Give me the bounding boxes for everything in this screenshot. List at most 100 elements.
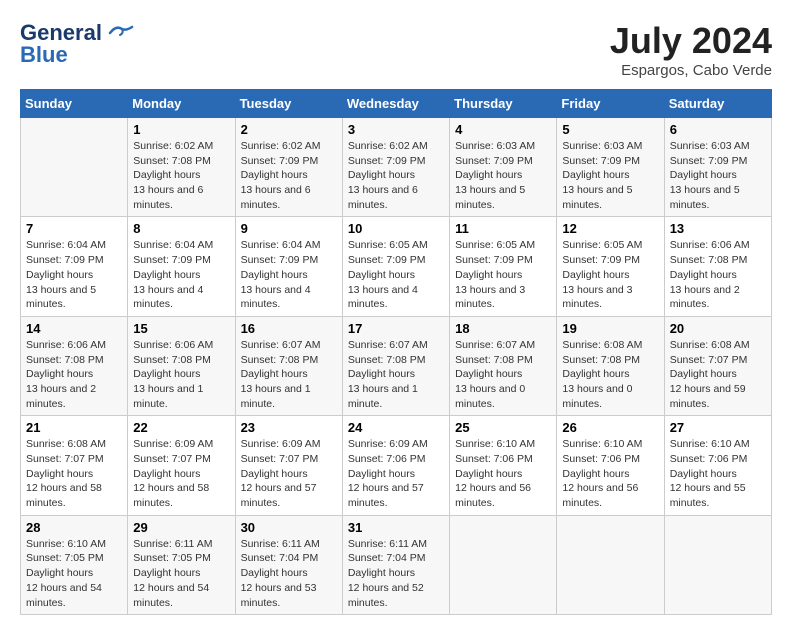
- calendar-cell: 30Sunrise: 6:11 AMSunset: 7:04 PMDayligh…: [235, 515, 342, 614]
- calendar-cell: 4Sunrise: 6:03 AMSunset: 7:09 PMDaylight…: [450, 118, 557, 217]
- header-thursday: Thursday: [450, 90, 557, 118]
- calendar-cell: 2 Sunrise: 6:02 AMSunset: 7:09 PMDaylight…: [235, 118, 342, 217]
- header-saturday: Saturday: [664, 90, 771, 118]
- day-info: Sunrise: 6:08 AMSunset: 7:07 PMDaylight …: [26, 437, 122, 510]
- day-info: Sunrise: 6:04 AMSunset: 7:09 PMDaylight …: [133, 238, 229, 311]
- day-info: Sunrise: 6:06 AMSunset: 7:08 PMDaylight …: [670, 238, 766, 311]
- day-info: Sunrise: 6:09 AMSunset: 7:07 PMDaylight …: [133, 437, 229, 510]
- day-number: 30: [241, 520, 337, 535]
- calendar-cell: [450, 515, 557, 614]
- day-number: 5: [562, 122, 658, 137]
- calendar-cell: 1 Sunrise: 6:02 AMSunset: 7:08 PMDaylight…: [128, 118, 235, 217]
- day-number: 7: [26, 221, 122, 236]
- header-monday: Monday: [128, 90, 235, 118]
- calendar-cell: 24Sunrise: 6:09 AMSunset: 7:06 PMDayligh…: [342, 416, 449, 515]
- day-number: 22: [133, 420, 229, 435]
- day-number: 19: [562, 321, 658, 336]
- day-info: Sunrise: 6:04 AMSunset: 7:09 PMDaylight …: [26, 238, 122, 311]
- day-info: Sunrise: 6:06 AMSunset: 7:08 PMDaylight …: [133, 338, 229, 411]
- day-number: 3: [348, 122, 444, 137]
- day-info: Sunrise: 6:07 AMSunset: 7:08 PMDaylight …: [241, 338, 337, 411]
- day-info: Sunrise: 6:07 AMSunset: 7:08 PMDaylight …: [455, 338, 551, 411]
- calendar-cell: 12 Sunrise: 6:05 AMSunset: 7:09 PMDayligh…: [557, 217, 664, 316]
- day-number: 29: [133, 520, 229, 535]
- day-number: 2: [241, 122, 337, 137]
- day-info: Sunrise: 6:03 AMSunset: 7:09 PMDaylight …: [455, 139, 551, 212]
- day-info: Sunrise: 6:10 AMSunset: 7:06 PMDaylight …: [455, 437, 551, 510]
- calendar-cell: 8Sunrise: 6:04 AMSunset: 7:09 PMDaylight…: [128, 217, 235, 316]
- day-info: Sunrise: 6:02 AMSunset: 7:09 PMDaylight …: [241, 139, 337, 212]
- location-subtitle: Espargos, Cabo Verde: [610, 62, 772, 79]
- day-number: 6: [670, 122, 766, 137]
- header-friday: Friday: [557, 90, 664, 118]
- day-number: 9: [241, 221, 337, 236]
- day-info: Sunrise: 6:10 AMSunset: 7:06 PMDaylight …: [562, 437, 658, 510]
- calendar-cell: 28 Sunrise: 6:10 AMSunset: 7:05 PMDayligh…: [21, 515, 128, 614]
- day-info: Sunrise: 6:05 AMSunset: 7:09 PMDaylight …: [348, 238, 444, 311]
- day-number: 18: [455, 321, 551, 336]
- calendar-cell: 3Sunrise: 6:02 AMSunset: 7:09 PMDaylight…: [342, 118, 449, 217]
- calendar-cell: 26 Sunrise: 6:10 AMSunset: 7:06 PMDayligh…: [557, 416, 664, 515]
- calendar-cell: 5 Sunrise: 6:03 AMSunset: 7:09 PMDaylight…: [557, 118, 664, 217]
- day-info: Sunrise: 6:10 AMSunset: 7:06 PMDaylight …: [670, 437, 766, 510]
- calendar-cell: 10 Sunrise: 6:05 AMSunset: 7:09 PMDayligh…: [342, 217, 449, 316]
- month-year-title: July 2024: [610, 20, 772, 62]
- day-info: Sunrise: 6:08 AMSunset: 7:08 PMDaylight …: [562, 338, 658, 411]
- logo-blue-text: Blue: [20, 42, 68, 68]
- calendar-table: SundayMondayTuesdayWednesdayThursdayFrid…: [20, 89, 772, 615]
- day-info: Sunrise: 6:03 AMSunset: 7:09 PMDaylight …: [562, 139, 658, 212]
- day-number: 12: [562, 221, 658, 236]
- calendar-week-row: 7 Sunrise: 6:04 AMSunset: 7:09 PMDaylight…: [21, 217, 772, 316]
- day-number: 21: [26, 420, 122, 435]
- calendar-week-row: 28 Sunrise: 6:10 AMSunset: 7:05 PMDayligh…: [21, 515, 772, 614]
- calendar-cell: 14 Sunrise: 6:06 AMSunset: 7:08 PMDayligh…: [21, 316, 128, 415]
- day-number: 16: [241, 321, 337, 336]
- day-number: 28: [26, 520, 122, 535]
- title-block: July 2024 Espargos, Cabo Verde: [610, 20, 772, 79]
- calendar-week-row: 1 Sunrise: 6:02 AMSunset: 7:08 PMDaylight…: [21, 118, 772, 217]
- day-info: Sunrise: 6:05 AMSunset: 7:09 PMDaylight …: [455, 238, 551, 311]
- logo: General Blue: [20, 20, 134, 68]
- day-info: Sunrise: 6:06 AMSunset: 7:08 PMDaylight …: [26, 338, 122, 411]
- day-info: Sunrise: 6:10 AMSunset: 7:05 PMDaylight …: [26, 537, 122, 610]
- day-number: 20: [670, 321, 766, 336]
- day-info: Sunrise: 6:04 AMSunset: 7:09 PMDaylight …: [241, 238, 337, 311]
- calendar-header-row: SundayMondayTuesdayWednesdayThursdayFrid…: [21, 90, 772, 118]
- day-number: 27: [670, 420, 766, 435]
- day-info: Sunrise: 6:07 AMSunset: 7:08 PMDaylight …: [348, 338, 444, 411]
- calendar-cell: 19 Sunrise: 6:08 AMSunset: 7:08 PMDayligh…: [557, 316, 664, 415]
- calendar-cell: 6 Sunrise: 6:03 AMSunset: 7:09 PMDaylight…: [664, 118, 771, 217]
- day-number: 31: [348, 520, 444, 535]
- calendar-cell: 22 Sunrise: 6:09 AMSunset: 7:07 PMDayligh…: [128, 416, 235, 515]
- header-tuesday: Tuesday: [235, 90, 342, 118]
- header-wednesday: Wednesday: [342, 90, 449, 118]
- calendar-cell: 21 Sunrise: 6:08 AMSunset: 7:07 PMDayligh…: [21, 416, 128, 515]
- calendar-cell: 15Sunrise: 6:06 AMSunset: 7:08 PMDayligh…: [128, 316, 235, 415]
- day-number: 1: [133, 122, 229, 137]
- calendar-week-row: 21 Sunrise: 6:08 AMSunset: 7:07 PMDayligh…: [21, 416, 772, 515]
- calendar-cell: 13 Sunrise: 6:06 AMSunset: 7:08 PMDayligh…: [664, 217, 771, 316]
- calendar-cell: [664, 515, 771, 614]
- day-info: Sunrise: 6:05 AMSunset: 7:09 PMDaylight …: [562, 238, 658, 311]
- day-info: Sunrise: 6:09 AMSunset: 7:07 PMDaylight …: [241, 437, 337, 510]
- day-info: Sunrise: 6:02 AMSunset: 7:08 PMDaylight …: [133, 139, 229, 212]
- day-number: 26: [562, 420, 658, 435]
- calendar-cell: 25Sunrise: 6:10 AMSunset: 7:06 PMDayligh…: [450, 416, 557, 515]
- calendar-cell: 29 Sunrise: 6:11 AMSunset: 7:05 PMDayligh…: [128, 515, 235, 614]
- calendar-cell: 23 Sunrise: 6:09 AMSunset: 7:07 PMDayligh…: [235, 416, 342, 515]
- day-info: Sunrise: 6:11 AMSunset: 7:05 PMDaylight …: [133, 537, 229, 610]
- calendar-cell: [21, 118, 128, 217]
- day-number: 23: [241, 420, 337, 435]
- day-number: 13: [670, 221, 766, 236]
- calendar-cell: 18 Sunrise: 6:07 AMSunset: 7:08 PMDayligh…: [450, 316, 557, 415]
- page-header: General Blue July 2024 Espargos, Cabo Ve…: [20, 20, 772, 79]
- calendar-cell: 31Sunrise: 6:11 AMSunset: 7:04 PMDayligh…: [342, 515, 449, 614]
- day-number: 14: [26, 321, 122, 336]
- calendar-cell: 16 Sunrise: 6:07 AMSunset: 7:08 PMDayligh…: [235, 316, 342, 415]
- day-info: Sunrise: 6:08 AMSunset: 7:07 PMDaylight …: [670, 338, 766, 411]
- day-number: 17: [348, 321, 444, 336]
- day-info: Sunrise: 6:03 AMSunset: 7:09 PMDaylight …: [670, 139, 766, 212]
- calendar-cell: 27 Sunrise: 6:10 AMSunset: 7:06 PMDayligh…: [664, 416, 771, 515]
- day-info: Sunrise: 6:09 AMSunset: 7:06 PMDaylight …: [348, 437, 444, 510]
- day-number: 10: [348, 221, 444, 236]
